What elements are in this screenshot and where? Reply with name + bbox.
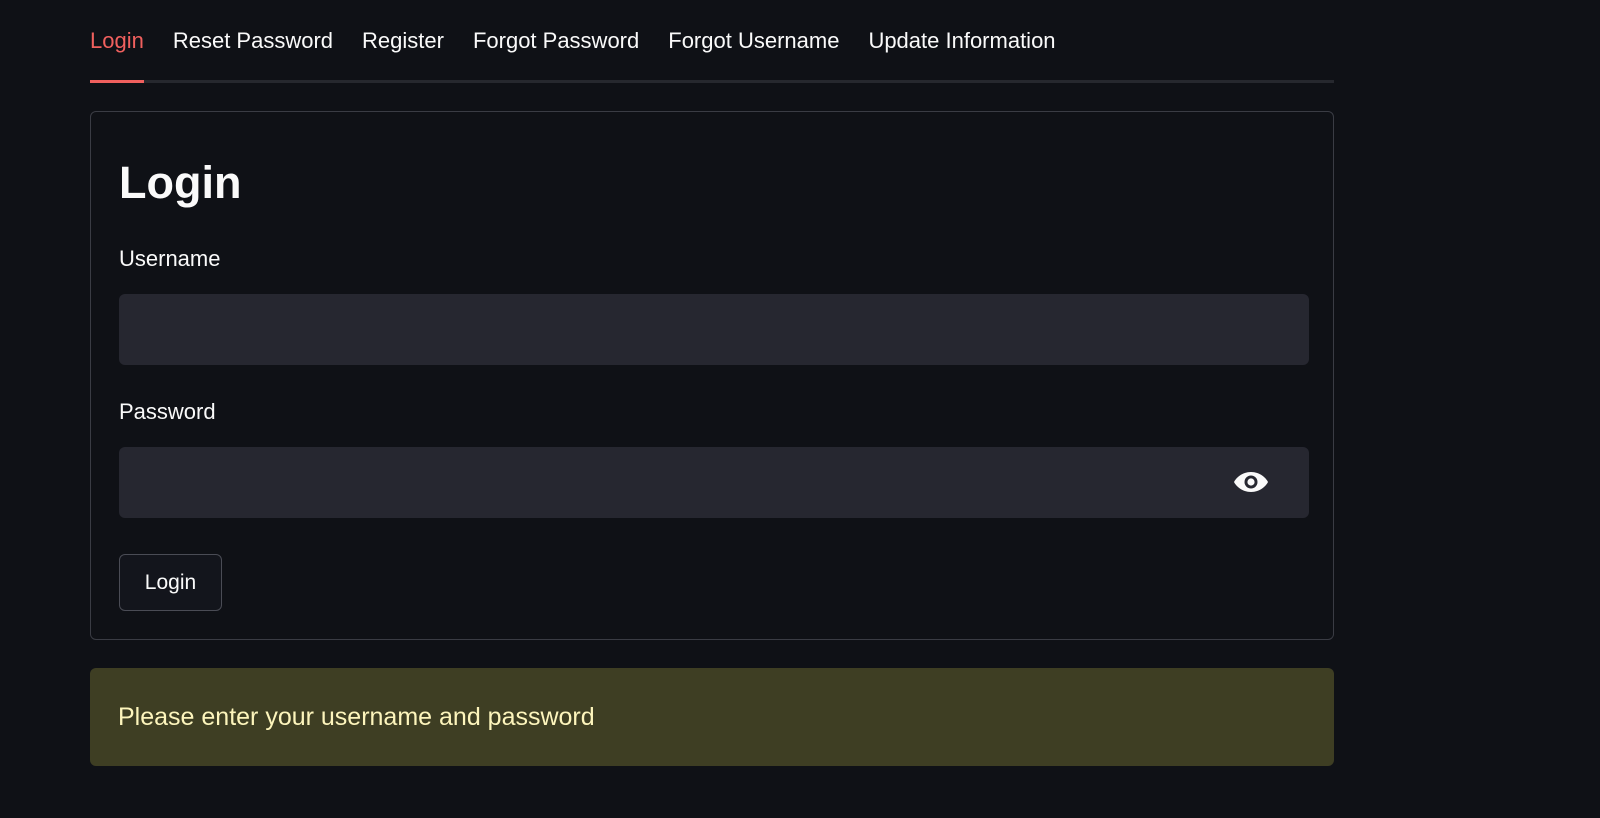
login-form: Login Username Password Login (90, 111, 1334, 640)
tab-bar: Login Reset Password Register Forgot Pas… (90, 0, 1334, 83)
username-label: Username (119, 246, 221, 271)
warning-alert: Please enter your username and password (90, 668, 1334, 766)
tab-reset-password[interactable]: Reset Password (173, 0, 333, 80)
tab-login[interactable]: Login (90, 0, 144, 83)
eye-icon[interactable] (1231, 462, 1271, 502)
tab-update-information[interactable]: Update Information (868, 0, 1055, 80)
app-container: Login Reset Password Register Forgot Pas… (90, 0, 1334, 766)
tab-forgot-username[interactable]: Forgot Username (668, 0, 839, 80)
tab-register[interactable]: Register (362, 0, 444, 80)
form-title: Login (119, 157, 242, 208)
username-input[interactable] (119, 294, 1309, 365)
password-input[interactable] (119, 447, 1309, 518)
login-button[interactable]: Login (119, 554, 222, 611)
eye-icon-graphic (1234, 472, 1268, 492)
password-label: Password (119, 399, 216, 424)
alert-message: Please enter your username and password (118, 702, 595, 731)
tab-forgot-password[interactable]: Forgot Password (473, 0, 639, 80)
